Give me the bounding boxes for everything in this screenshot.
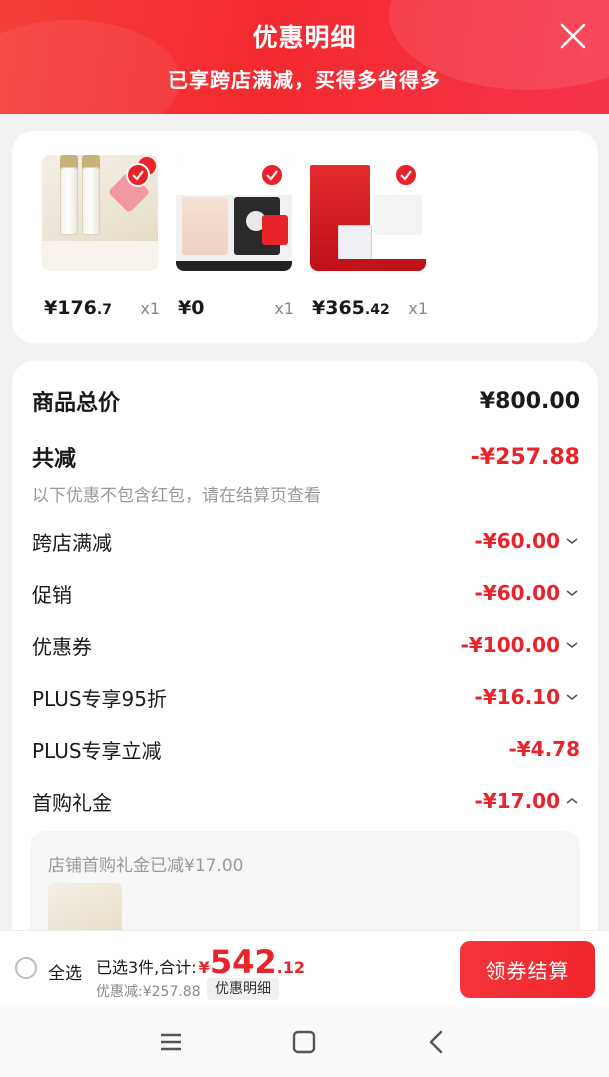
total-price-label: 商品总价	[32, 391, 121, 416]
discount-note: 以下优惠不包含红包，请在结算页查看	[32, 486, 321, 506]
close-button[interactable]	[559, 22, 587, 50]
close-icon	[560, 23, 586, 49]
product-item[interactable]: ¥176.7 x1	[42, 155, 160, 319]
discount-label: 首购礼金	[32, 790, 112, 815]
total-reduce-row: 共减 -¥257.88	[32, 440, 580, 474]
selected-check-icon	[394, 163, 418, 187]
discount-label: PLUS专享95折	[32, 686, 167, 711]
chevron-up-icon	[566, 797, 578, 804]
discount-amount: -¥4.78	[508, 737, 580, 761]
home-square-icon[interactable]	[289, 1027, 319, 1057]
total-decimal: .12	[276, 958, 305, 977]
discount-row-promotion[interactable]: 促销 -¥60.00	[32, 576, 580, 610]
product-item[interactable]: ¥365.42 x1	[310, 155, 428, 319]
product-price: ¥176.7	[44, 297, 112, 319]
discount-row-plus-instant: PLUS专享立减 -¥4.78	[32, 732, 580, 766]
discount-row-cross-store[interactable]: 跨店满减 -¥60.00	[32, 524, 580, 558]
checkout-bar: 全选 已选3件,合计: ¥ 542 .12 优惠减:¥257.88 优惠明细 领…	[0, 930, 609, 1008]
menu-icon[interactable]	[156, 1027, 186, 1057]
saved-amount: 优惠减:¥257.88	[96, 984, 201, 1000]
discount-row-first-purchase[interactable]: 首购礼金 -¥17.00	[32, 784, 580, 818]
discount-amount: -¥60.00	[474, 529, 560, 553]
discount-detail-button[interactable]: 优惠明细	[207, 978, 279, 1000]
product-item[interactable]: ¥0 x1	[176, 155, 294, 319]
selected-check-icon	[126, 163, 150, 187]
discount-row-plus-95[interactable]: PLUS专享95折 -¥16.10	[32, 680, 580, 714]
checkout-button[interactable]: 领券结算	[460, 941, 595, 998]
discount-label: 跨店满减	[32, 530, 112, 555]
product-price: ¥0	[178, 297, 205, 319]
discount-label: 优惠券	[32, 634, 92, 659]
product-qty: x1	[274, 299, 294, 318]
selected-check-icon	[260, 163, 284, 187]
chevron-down-icon	[566, 538, 578, 545]
select-all-label[interactable]: 全选	[48, 959, 82, 984]
dialog-title: 优惠明细	[252, 23, 357, 52]
total-price-value: ¥800.00	[479, 388, 580, 414]
discount-amount: -¥17.00	[474, 789, 560, 813]
gift-detail-text: 店铺首购礼金已减¥17.00	[48, 856, 244, 876]
product-price: ¥365.42	[312, 297, 390, 319]
product-image	[310, 155, 426, 271]
total-reduce-label: 共减	[32, 447, 77, 472]
chevron-down-icon	[566, 590, 578, 597]
total-integer: 542	[209, 943, 277, 981]
chevron-down-icon	[566, 694, 578, 701]
chevron-down-icon	[566, 642, 578, 649]
discount-label: 促销	[32, 582, 72, 607]
discount-row-coupon[interactable]: 优惠券 -¥100.00	[32, 628, 580, 662]
product-image	[176, 155, 292, 271]
total-reduce-value: -¥257.88	[470, 444, 580, 470]
back-icon[interactable]	[422, 1027, 452, 1057]
discount-amount: -¥60.00	[474, 581, 560, 605]
system-nav-bar	[0, 1007, 609, 1077]
product-qty: x1	[408, 299, 428, 318]
product-qty: x1	[140, 299, 160, 318]
product-image	[42, 155, 158, 271]
discount-amount: -¥100.00	[460, 633, 560, 657]
discount-amount: -¥16.10	[474, 685, 560, 709]
dialog-subtitle: 已享跨店满减，买得多省得多	[168, 68, 441, 92]
total-line: 已选3件,合计: ¥ 542 .12	[96, 943, 305, 981]
selected-count: 已选3件,合计:	[96, 958, 197, 977]
product-card: ¥176.7 x1 ¥0 x1 ¥365.42 x1	[12, 131, 598, 343]
header: 优惠明细 已享跨店满减，买得多省得多	[0, 0, 609, 114]
total-price-row: 商品总价 ¥800.00	[32, 384, 580, 418]
discount-label: PLUS专享立减	[32, 738, 162, 763]
select-all-radio[interactable]	[15, 957, 37, 979]
currency-symbol: ¥	[198, 958, 210, 977]
